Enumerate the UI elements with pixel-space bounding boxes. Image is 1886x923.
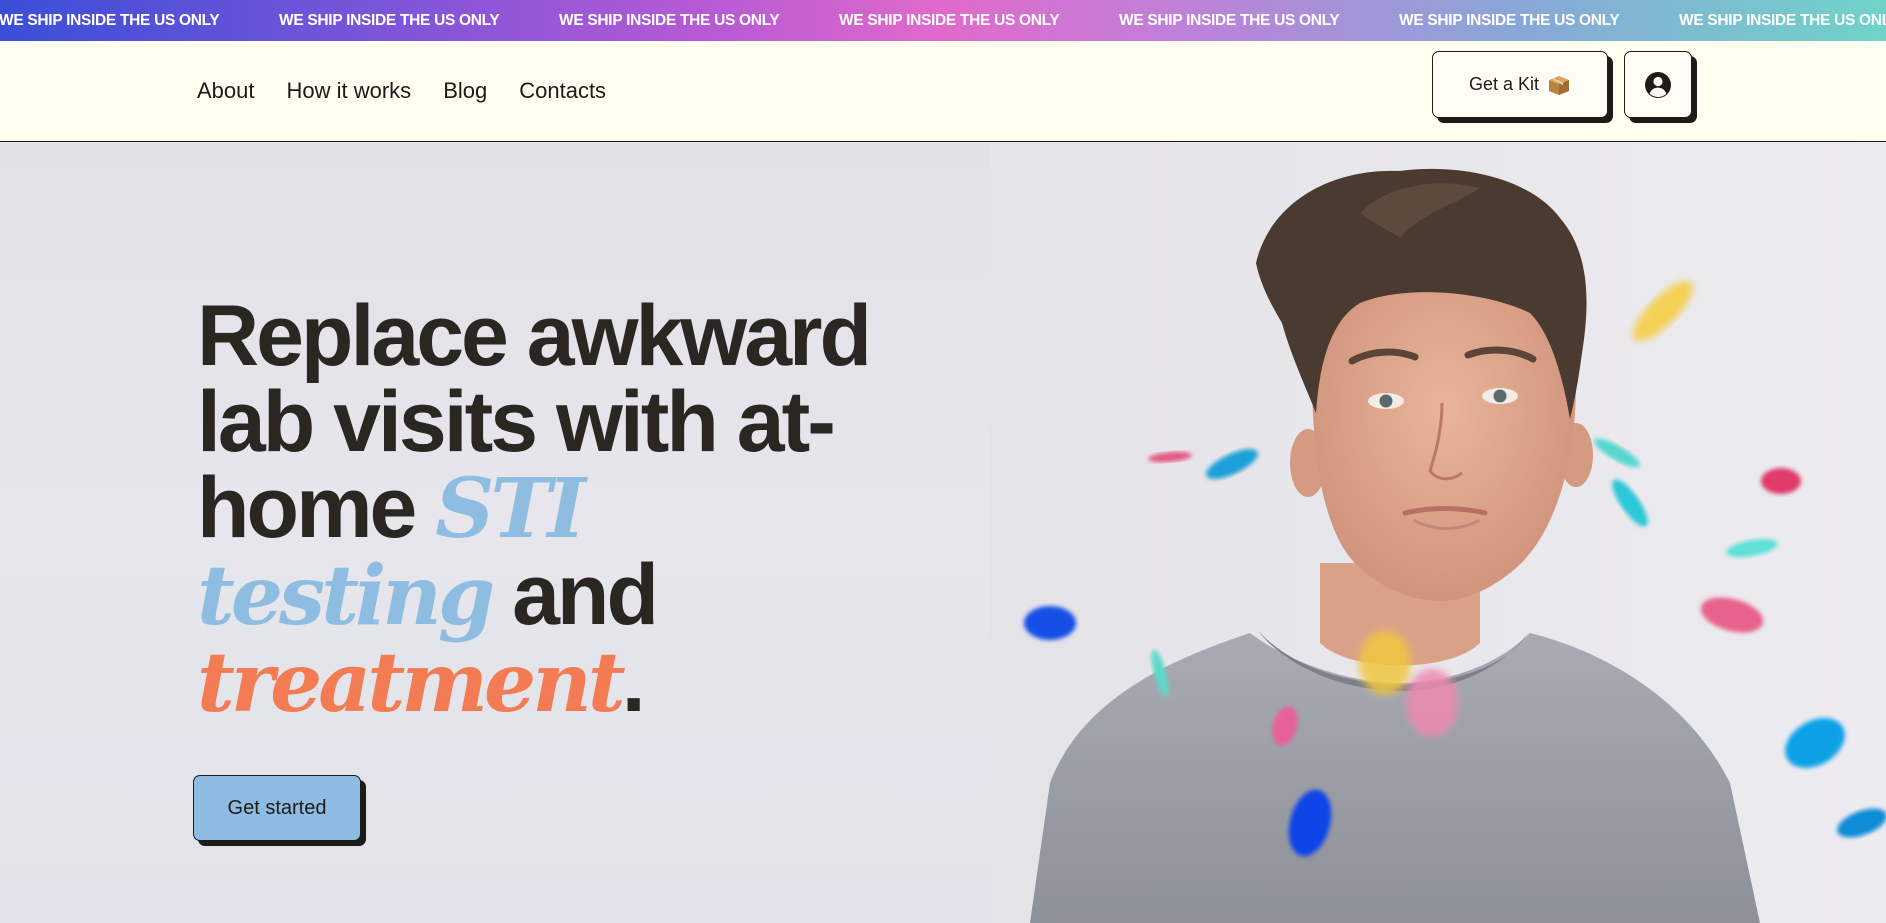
hero-headline: Replace awkward lab visits with at-home … (197, 293, 877, 726)
nav-link-blog[interactable]: Blog (443, 78, 487, 104)
nav-link-about[interactable]: About (197, 78, 255, 104)
banner-item: WE SHIP INSIDE THE US ONLY (1679, 0, 1886, 41)
banner-text: WE SHIP INSIDE THE US ONLY (559, 11, 780, 29)
headline-highlight-treatment: treatment (197, 635, 626, 731)
banner-item: WE SHIP INSIDE THE US ONLY (559, 0, 839, 41)
shipping-announcement-banner: WE SHIP INSIDE THE US ONLY WE SHIP INSIDE… (0, 0, 1886, 41)
banner-text: WE SHIP INSIDE THE US ONLY (279, 11, 500, 29)
banner-text: WE SHIP INSIDE THE US ONLY (1679, 11, 1886, 29)
package-box-icon (1547, 74, 1571, 96)
banner-item: WE SHIP INSIDE THE US ONLY (0, 0, 279, 41)
banner-text: WE SHIP INSIDE THE US ONLY (839, 11, 1060, 29)
hero-section: Replace awkward lab visits with at-home … (0, 143, 1886, 923)
banner-marquee-track: WE SHIP INSIDE THE US ONLY WE SHIP INSIDE… (0, 0, 1886, 41)
banner-item: WE SHIP INSIDE THE US ONLY (839, 0, 1119, 41)
user-account-icon (1643, 70, 1673, 100)
young-man-confetti-photo (990, 143, 1886, 923)
top-navigation-bar: About How it works Blog Contacts Get a K… (0, 41, 1886, 142)
get-a-kit-label: Get a Kit (1468, 74, 1540, 94)
banner-item: WE SHIP INSIDE THE US ONLY (279, 0, 559, 41)
hero-illustration (990, 143, 1886, 923)
nav-link-contacts[interactable]: Contacts (519, 78, 606, 104)
primary-nav: About How it works Blog Contacts (197, 41, 638, 141)
get-started-button[interactable]: Get started (193, 775, 361, 841)
banner-item: WE SHIP INSIDE THE US ONLY (1119, 0, 1399, 41)
banner-text: WE SHIP INSIDE THE US ONLY (1399, 11, 1620, 29)
headline-period: . (621, 634, 646, 730)
get-a-kit-button[interactable]: Get a Kit (1432, 51, 1608, 118)
nav-link-how-it-works[interactable]: How it works (287, 78, 412, 104)
headline-text-part2: and (491, 547, 659, 643)
account-button[interactable] (1624, 51, 1692, 118)
banner-text: WE SHIP INSIDE THE US ONLY (1119, 11, 1340, 29)
banner-text: WE SHIP INSIDE THE US ONLY (0, 11, 220, 29)
banner-item: WE SHIP INSIDE THE US ONLY (1399, 0, 1679, 41)
